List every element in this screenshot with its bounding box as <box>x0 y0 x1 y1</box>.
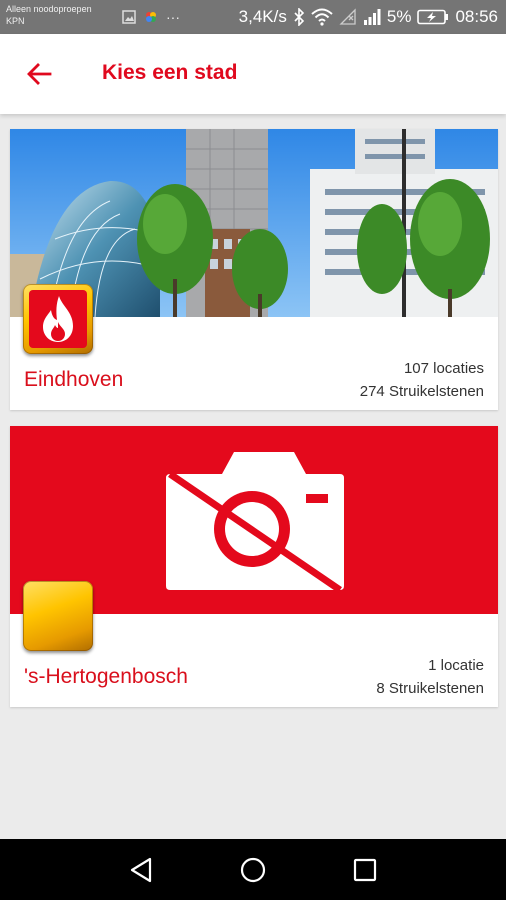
city-badge <box>23 284 93 354</box>
bluetooth-icon <box>294 8 305 26</box>
stone-count: 8 Struikelstenen <box>376 680 484 697</box>
wifi-icon <box>311 8 333 26</box>
home-circle-icon <box>240 857 266 883</box>
image-icon <box>122 10 136 24</box>
arrow-back-icon <box>27 63 52 85</box>
city-name: 's-Hertogenbosch <box>24 665 188 688</box>
back-triangle-icon <box>130 857 152 883</box>
carrier-line-1: Alleen noodoproepen <box>6 4 92 14</box>
city-name: Eindhoven <box>24 368 124 391</box>
city-card-eindhoven[interactable]: Eindhoven 107 locaties 274 Struikelstene… <box>10 129 498 410</box>
recents-square-icon <box>353 858 377 882</box>
city-card-s-hertogenbosch[interactable]: 's-Hertogenbosch 1 locatie 8 Struikelste… <box>10 426 498 707</box>
location-count: 107 locaties <box>403 360 484 377</box>
status-right: 3,4K/s 5% 08:56 <box>239 7 498 27</box>
battery-percent: 5% <box>386 7 412 26</box>
nav-home-button[interactable] <box>238 855 268 885</box>
page-title: Kies een stad <box>102 61 238 84</box>
status-bar: Alleen noodoproepen KPN ··· 3,4K/s 5% 08… <box>0 0 506 34</box>
carrier-info: Alleen noodoproepen KPN <box>6 3 92 27</box>
carrier-line-2: KPN <box>6 16 25 26</box>
app-bar: Kies een stad <box>0 34 506 114</box>
stone-count: 274 Struikelstenen <box>359 383 484 400</box>
more-notifications-icon: ··· <box>166 9 180 25</box>
notification-icons: ··· <box>122 9 180 25</box>
city-badge <box>23 581 93 651</box>
location-count: 1 locatie <box>428 657 484 674</box>
no-sim-icon <box>339 8 356 25</box>
flame-icon <box>43 296 73 342</box>
nav-back-button[interactable] <box>126 855 156 885</box>
photos-icon <box>146 12 156 22</box>
nav-recents-button[interactable] <box>350 855 380 885</box>
network-speed: 3,4K/s <box>238 7 287 26</box>
signal-icon <box>363 9 381 25</box>
clock: 08:56 <box>455 7 498 26</box>
navigation-bar <box>0 839 506 900</box>
back-button[interactable] <box>20 55 58 93</box>
battery-charging-icon <box>417 9 449 25</box>
